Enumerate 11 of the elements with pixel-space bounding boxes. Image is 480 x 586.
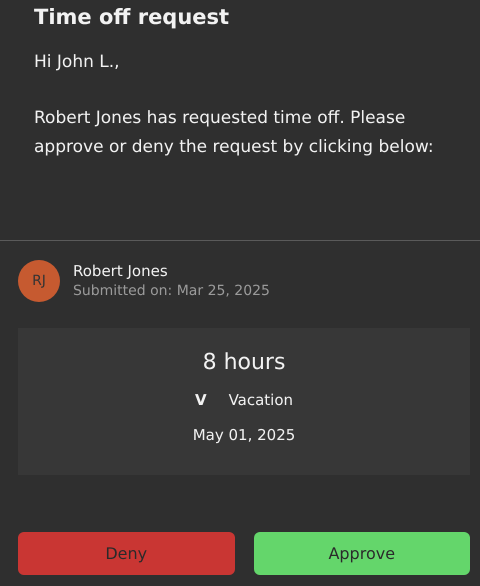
approve-button[interactable]: Approve	[254, 532, 470, 575]
email-title: Time off request	[34, 4, 230, 30]
request-message: Robert Jones has requested time off. Please approve or deny the request by clicking below:	[34, 107, 435, 159]
leave-type: Vacation	[228, 390, 294, 410]
duration: 8 hours	[202, 349, 286, 377]
avatar: RJ	[18, 260, 60, 302]
leave-date: May 01, 2025	[192, 425, 296, 445]
requester-name: Robert Jones	[73, 261, 169, 281]
type-code: V	[194, 390, 207, 410]
greeting: Hi John L.,	[34, 52, 121, 72]
submitted-date: Submitted on: Mar 25, 2025	[73, 282, 270, 301]
